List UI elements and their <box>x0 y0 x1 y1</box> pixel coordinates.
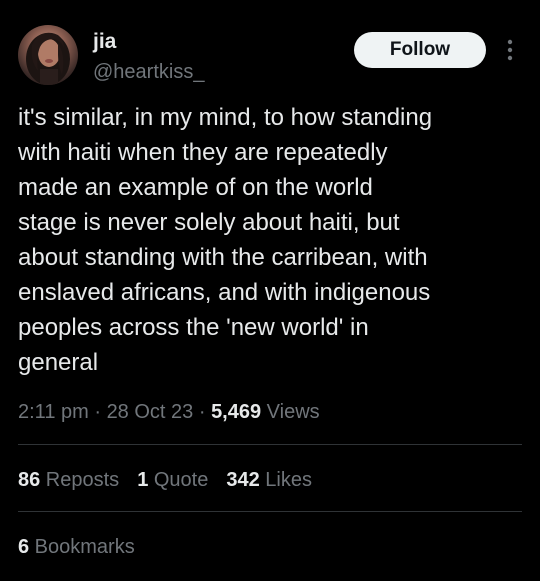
divider <box>18 444 522 445</box>
tweet-date[interactable]: 28 Oct 23 <box>107 401 194 423</box>
user-handle[interactable]: @heartkiss_ <box>93 60 204 84</box>
meta-separator: · <box>88 401 107 423</box>
quotes-stat[interactable]: 1 Quote <box>137 466 208 494</box>
reposts-stat[interactable]: 86 Reposts <box>18 466 119 494</box>
tweet-detail: jia @heartkiss_ Follow it's similar, in … <box>0 0 540 581</box>
divider <box>18 511 522 512</box>
bookmarks-label: Bookmarks <box>29 536 135 558</box>
avatar-photo-icon <box>26 32 70 85</box>
reposts-label: Reposts <box>40 469 120 491</box>
engagement-stats: 86 Reposts 1 Quote 342 Likes <box>18 466 330 494</box>
tweet-time[interactable]: 2:11 pm <box>18 401 89 423</box>
bookmarks-count: 6 <box>18 536 30 558</box>
quotes-label: Quote <box>148 469 209 491</box>
more-options-icon[interactable] <box>502 36 518 64</box>
meta-separator: · <box>193 401 212 423</box>
likes-label: Likes <box>259 469 312 491</box>
avatar[interactable] <box>18 25 78 85</box>
bookmarks-stat[interactable]: 6 Bookmarks <box>18 533 135 561</box>
display-name[interactable]: jia <box>93 30 116 54</box>
tweet-text: it's similar, in my mind, to how standin… <box>18 104 433 376</box>
likes-count: 342 <box>226 469 260 491</box>
likes-stat[interactable]: 342 Likes <box>226 466 312 494</box>
tweet-meta: 2:11 pm · 28 Oct 23 · 5,469 Views <box>18 398 320 426</box>
views-label: Views <box>261 401 320 423</box>
follow-button[interactable]: Follow <box>354 32 486 68</box>
views-count: 5,469 <box>211 401 262 423</box>
quotes-count: 1 <box>137 469 149 491</box>
reposts-count: 86 <box>18 469 41 491</box>
